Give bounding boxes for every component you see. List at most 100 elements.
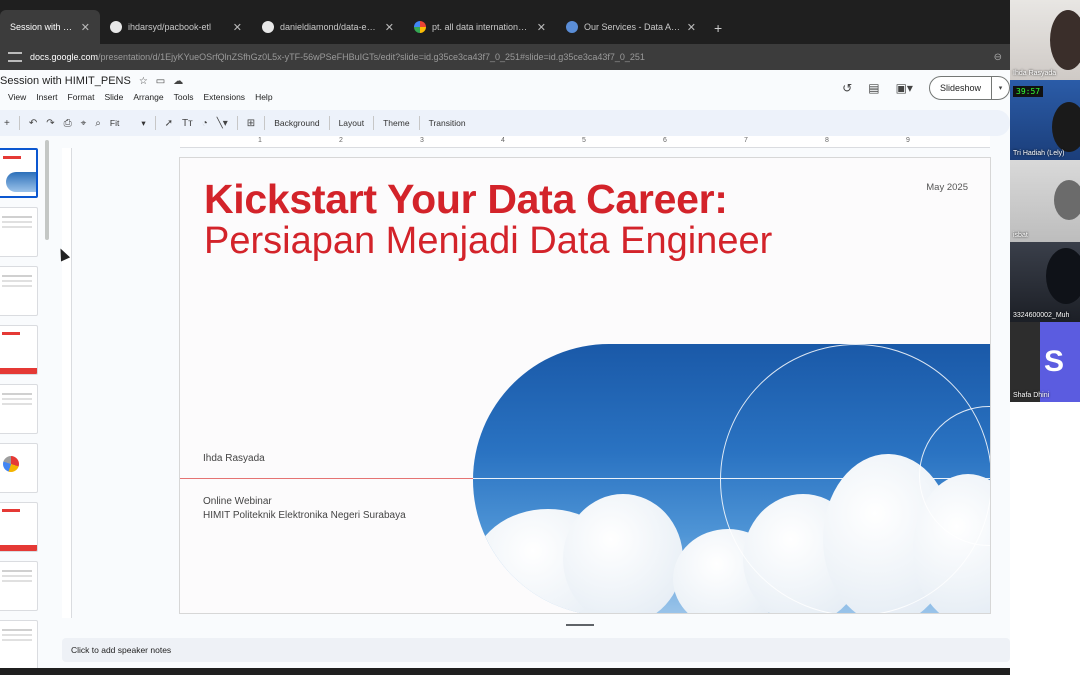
browser-tab-bar: Session with HIMIT PENS ✕ ihdarsyd/pacbo… (0, 0, 1010, 44)
slide-thumbnail[interactable] (0, 207, 38, 257)
canvas-scroll-indicator[interactable] (566, 624, 594, 626)
horizontal-ruler[interactable]: 1 2 3 4 5 6 7 8 9 (180, 136, 990, 148)
participant-tile[interactable]: isbat (1010, 160, 1080, 242)
slide-date[interactable]: May 2025 (926, 182, 968, 193)
participant-name: Tri Hadiah (Lely) (1013, 150, 1065, 157)
cloud-status-icon[interactable]: ☁ (173, 76, 183, 87)
participant-tile[interactable]: S Shafa Dhini (1010, 322, 1080, 402)
star-icon[interactable]: ☆ (139, 76, 148, 87)
participant-tile[interactable]: 3324600002_Muh (1010, 242, 1080, 322)
slide-title[interactable]: Kickstart Your Data Career: (204, 176, 728, 223)
site-settings-icon[interactable] (8, 52, 22, 62)
theme-button[interactable]: Theme (383, 118, 409, 128)
layout-button[interactable]: Layout (339, 118, 365, 128)
slide-thumbnail[interactable] (0, 384, 38, 434)
zoom-search-icon[interactable]: ⌕ (95, 118, 101, 129)
close-icon[interactable]: ✕ (537, 21, 546, 34)
slide-thumbnail[interactable] (0, 620, 38, 670)
slide-thumbnail[interactable] (0, 502, 38, 552)
avatar: S (1040, 322, 1080, 402)
paint-format-icon[interactable]: ⌖ (81, 118, 87, 129)
url-text[interactable]: docs.google.com/presentation/d/1EjyKYueO… (30, 52, 645, 62)
ruler-mark: 1 (258, 137, 262, 144)
slide-thumbnail[interactable] (0, 443, 38, 493)
github-icon (110, 21, 122, 33)
slideshow-label[interactable]: Slideshow (930, 83, 991, 93)
add-comment-icon[interactable]: ⊞ (247, 118, 255, 129)
thumb-lines (2, 275, 32, 277)
new-tab-button[interactable]: + (706, 20, 722, 44)
toolbar: + ↶ ↷ ⎙ ⌖ ⌕ Fit ▾ ➚ Tт ◔ ╲▾ ⊞ Background … (0, 110, 1010, 136)
menu-arrange[interactable]: Arrange (133, 92, 163, 102)
close-icon[interactable]: ✕ (233, 21, 242, 34)
slide-thumbnail[interactable] (0, 561, 38, 611)
print-icon[interactable]: ⎙ (64, 118, 72, 129)
transition-button[interactable]: Transition (429, 118, 466, 128)
event-organizer[interactable]: HIMIT Politeknik Elektronika Negeri Sura… (203, 510, 406, 521)
participant-video (1054, 180, 1080, 220)
close-icon[interactable]: ✕ (81, 21, 90, 34)
slide-subtitle[interactable]: Persiapan Menjadi Data Engineer (204, 220, 772, 263)
sky-image[interactable] (473, 344, 990, 613)
slide-canvas[interactable]: Kickstart Your Data Career: Persiapan Me… (179, 157, 991, 614)
speaker-notes[interactable]: Click to add speaker notes (62, 638, 1010, 662)
add-icon[interactable]: + (4, 118, 10, 129)
document-title[interactable]: Session with HIMIT_PENS (0, 75, 131, 87)
notes-placeholder: Click to add speaker notes (71, 645, 172, 655)
text-box-icon[interactable]: Tт (182, 118, 193, 129)
thumb-lines (2, 629, 32, 631)
shape-icon[interactable]: ◔ (202, 118, 208, 129)
zoom-icon[interactable]: ⊖ (994, 52, 1002, 63)
ruler-mark: 6 (663, 137, 667, 144)
address-bar[interactable]: docs.google.com/presentation/d/1EjyKYueO… (0, 44, 1010, 70)
divider (418, 116, 420, 130)
menu-extensions[interactable]: Extensions (203, 92, 245, 102)
event-type[interactable]: Online Webinar (203, 496, 272, 507)
menu-tools[interactable]: Tools (174, 92, 194, 102)
participant-name: 3324600002_Muh (1013, 312, 1070, 319)
tab-pacbook[interactable]: ihdarsyd/pacbook-etl ✕ (100, 10, 252, 44)
thumb-title (3, 156, 21, 159)
background-button[interactable]: Background (274, 118, 319, 128)
thumb-chart (3, 456, 19, 472)
divider (18, 116, 20, 130)
slide-thumbnail[interactable] (0, 148, 38, 198)
history-icon[interactable]: ↺ (842, 81, 852, 95)
bottom-strip (0, 668, 1010, 675)
menu-insert[interactable]: Insert (36, 92, 57, 102)
thumb-lines (2, 216, 32, 218)
chevron-down-icon[interactable]: ▾ (991, 77, 1009, 99)
tab-label: ihdarsyd/pacbook-etl (128, 22, 212, 32)
slide-thumbnail[interactable] (0, 325, 38, 375)
menu-format[interactable]: Format (68, 92, 95, 102)
folder-icon[interactable]: ▭ (156, 76, 165, 87)
participant-tile[interactable]: 39:57 Tri Hadiah (Lely) (1010, 80, 1080, 160)
close-icon[interactable]: ✕ (385, 21, 394, 34)
tab-label: pt. all data international - Goog (432, 22, 531, 32)
line-icon[interactable]: ╲▾ (217, 118, 228, 129)
redo-icon[interactable]: ↷ (46, 118, 54, 129)
menu-help[interactable]: Help (255, 92, 272, 102)
filmstrip-scrollbar[interactable] (45, 140, 49, 240)
slide-thumbnail[interactable] (0, 266, 38, 316)
ruler-mark: 3 (420, 137, 424, 144)
slideshow-button[interactable]: Slideshow ▾ (928, 76, 1010, 100)
zoom-select[interactable]: Fit ▾ (110, 118, 146, 129)
presenter-name[interactable]: Ihda Rasyada (203, 453, 265, 464)
comment-icon[interactable]: ▤ (868, 81, 879, 95)
tab-our-services[interactable]: Our Services - Data Analytics ✕ (556, 10, 706, 44)
red-divider (180, 478, 474, 479)
tab-google-search[interactable]: pt. all data international - Goog ✕ (404, 10, 556, 44)
participant-tile[interactable]: Ihda Rasyada (1010, 0, 1080, 80)
tab-data-engineering[interactable]: danieldiamond/data-engineerin ✕ (252, 10, 404, 44)
undo-icon[interactable]: ↶ (29, 118, 37, 129)
video-call-icon[interactable]: ▣▾ (896, 81, 913, 95)
select-icon[interactable]: ➚ (165, 118, 173, 129)
close-icon[interactable]: ✕ (687, 21, 696, 34)
tab-session[interactable]: Session with HIMIT PENS ✕ (0, 10, 100, 44)
vertical-ruler[interactable] (62, 148, 72, 618)
menu-slide[interactable]: Slide (104, 92, 123, 102)
participant-name: isbat (1013, 232, 1028, 239)
thumb-title (2, 509, 20, 512)
menu-view[interactable]: View (8, 92, 26, 102)
